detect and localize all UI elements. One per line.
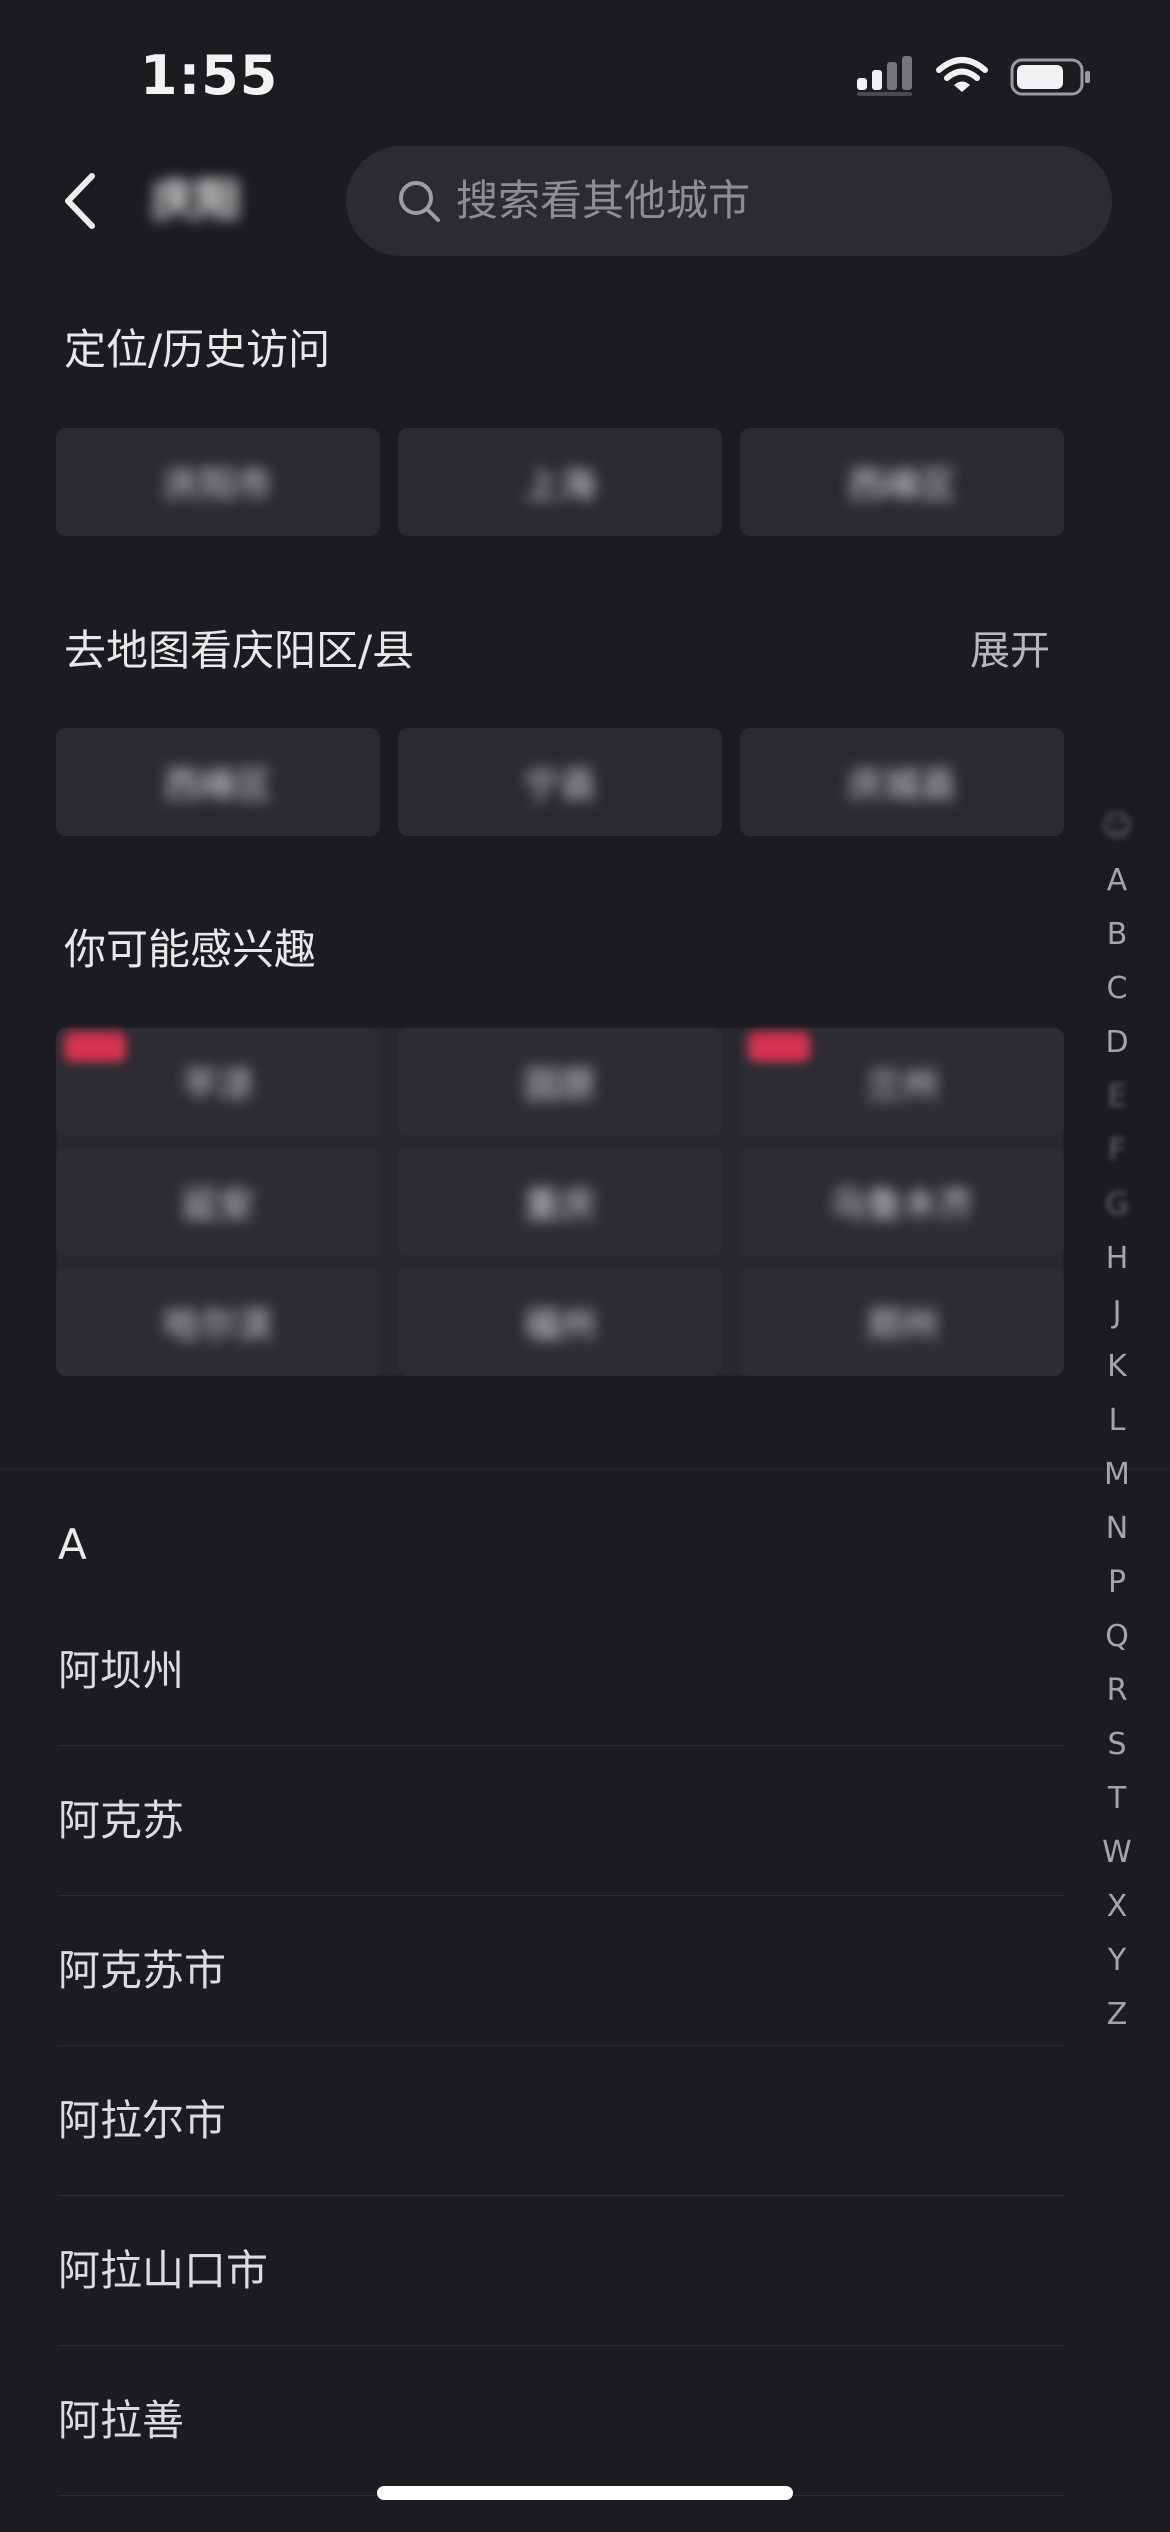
- index-letter[interactable]: B: [1100, 908, 1134, 962]
- home-indicator[interactable]: [377, 2486, 793, 2500]
- interest-row: 延安 重庆 乌鲁木齐: [56, 1148, 1064, 1256]
- list-section-header: A: [58, 1520, 87, 1569]
- current-city-name: 庆阳: [152, 175, 240, 226]
- index-letter[interactable]: Y: [1100, 1934, 1134, 1988]
- search-placeholder: 搜索看其他城市: [456, 176, 751, 225]
- interest-chip[interactable]: 固原: [398, 1028, 722, 1136]
- expand-button[interactable]: 展开: [970, 623, 1050, 679]
- index-letter[interactable]: Q: [1100, 1610, 1134, 1664]
- interest-row: 平凉 固原 兰州: [56, 1028, 1064, 1136]
- city-list-item[interactable]: 阿克苏: [58, 1746, 1064, 1896]
- index-letter[interactable]: L: [1100, 1394, 1134, 1448]
- index-letter[interactable]: T: [1100, 1772, 1134, 1826]
- district-chip[interactable]: 宁县: [398, 728, 722, 836]
- hot-badge: [748, 1032, 810, 1062]
- city-list: 阿坝州 阿克苏 阿克苏市 阿拉尔市 阿拉山口市 阿拉善: [58, 1596, 1064, 2496]
- city-list-item[interactable]: 阿拉尔市: [58, 2046, 1064, 2196]
- index-letter[interactable]: K: [1100, 1340, 1134, 1394]
- interest-title: 你可能感兴趣: [64, 925, 317, 974]
- district-chips: 西峰区 宁县 庆城县: [56, 728, 1064, 836]
- index-letter[interactable]: G: [1100, 1178, 1134, 1232]
- alphabet-index: ☺ A B C D E F G H J K L M N P Q R S T W …: [1100, 800, 1134, 2042]
- cellular-signal-icon: [857, 56, 912, 96]
- interest-chip[interactable]: 延安: [56, 1148, 380, 1256]
- index-letter[interactable]: J: [1100, 1286, 1134, 1340]
- interest-chip[interactable]: 福州: [398, 1268, 722, 1376]
- index-letter[interactable]: E: [1100, 1070, 1134, 1124]
- location-history-chips: 庆阳市 上海 西峰区: [56, 428, 1064, 536]
- interest-chip[interactable]: 兰州: [740, 1028, 1064, 1136]
- location-history-title: 定位/历史访问: [64, 325, 331, 374]
- battery-icon: [1010, 58, 1090, 96]
- status-time: 1:55: [140, 44, 279, 107]
- index-letter[interactable]: F: [1100, 1124, 1134, 1178]
- hot-badge: [64, 1032, 126, 1062]
- interest-chip[interactable]: 重庆: [398, 1148, 722, 1256]
- interest-chip[interactable]: 郑州: [740, 1268, 1064, 1376]
- index-letter[interactable]: A: [1100, 854, 1134, 908]
- interest-chip[interactable]: 乌鲁木齐: [740, 1148, 1064, 1256]
- index-letter[interactable]: Z: [1100, 1988, 1134, 2042]
- index-letter[interactable]: R: [1100, 1664, 1134, 1718]
- index-letter[interactable]: C: [1100, 962, 1134, 1016]
- index-letter[interactable]: N: [1100, 1502, 1134, 1556]
- districts-title: 去地图看庆阳区/县: [64, 626, 415, 675]
- status-bar: 1:55: [0, 0, 1170, 150]
- index-letter[interactable]: S: [1100, 1718, 1134, 1772]
- district-chip[interactable]: 西峰区: [56, 728, 380, 836]
- interest-chip[interactable]: 哈尔滨: [56, 1268, 380, 1376]
- index-letter[interactable]: P: [1100, 1556, 1134, 1610]
- location-chip[interactable]: 庆阳市: [56, 428, 380, 536]
- city-list-item[interactable]: 阿克苏市: [58, 1896, 1064, 2046]
- location-chip[interactable]: 西峰区: [740, 428, 1064, 536]
- city-list-item[interactable]: 阿坝州: [58, 1596, 1064, 1746]
- search-icon: [399, 181, 440, 222]
- index-recent[interactable]: ☺: [1100, 800, 1134, 854]
- index-letter[interactable]: X: [1100, 1880, 1134, 1934]
- index-letter[interactable]: W: [1100, 1826, 1134, 1880]
- index-letter[interactable]: H: [1100, 1232, 1134, 1286]
- index-letter[interactable]: D: [1100, 1016, 1134, 1070]
- section-divider: [0, 1468, 1170, 1470]
- city-list-item[interactable]: 阿拉山口市: [58, 2196, 1064, 2346]
- location-chip[interactable]: 上海: [398, 428, 722, 536]
- interest-row: 哈尔滨 福州 郑州: [56, 1268, 1064, 1376]
- back-button[interactable]: [56, 168, 106, 234]
- district-chip[interactable]: 庆城县: [740, 728, 1064, 836]
- city-list-item[interactable]: 阿拉善: [58, 2346, 1064, 2496]
- interest-chip[interactable]: 平凉: [56, 1028, 380, 1136]
- index-letter[interactable]: M: [1100, 1448, 1134, 1502]
- wifi-icon: [936, 57, 988, 92]
- search-input[interactable]: 搜索看其他城市: [346, 146, 1112, 256]
